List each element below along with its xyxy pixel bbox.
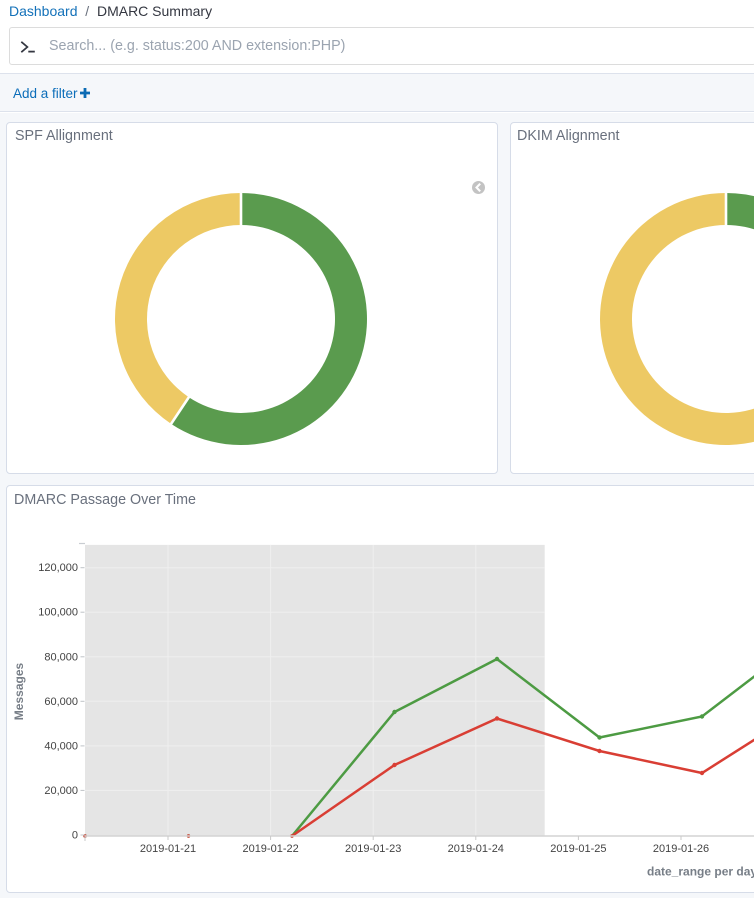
svg-text:80,000: 80,000: [44, 651, 78, 663]
svg-text:100,000: 100,000: [38, 607, 78, 619]
svg-text:120,000: 120,000: [38, 562, 78, 574]
svg-text:20,000: 20,000: [44, 785, 78, 797]
svg-text:2019-01-21: 2019-01-21: [140, 843, 196, 855]
svg-text:2019-01-22: 2019-01-22: [242, 843, 298, 855]
svg-text:2019-01-24: 2019-01-24: [448, 843, 504, 855]
svg-text:Messages: Messages: [12, 662, 26, 720]
svg-text:2019-01-25: 2019-01-25: [550, 843, 606, 855]
svg-text:2019-01-23: 2019-01-23: [345, 843, 401, 855]
svg-text:date_range per day: date_range per day: [647, 865, 754, 879]
svg-text:60,000: 60,000: [44, 696, 78, 708]
svg-text:2019-01-26: 2019-01-26: [653, 843, 709, 855]
svg-text:40,000: 40,000: [44, 740, 78, 752]
svg-text:0: 0: [72, 830, 78, 842]
